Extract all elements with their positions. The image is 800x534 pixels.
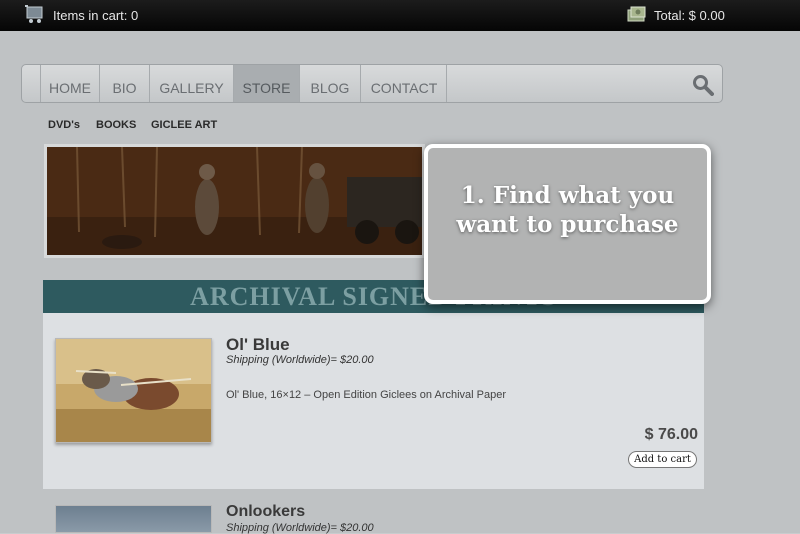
nav-item-contact[interactable]: CONTACT	[360, 65, 447, 102]
subnav-dvds[interactable]: DVD's	[48, 119, 80, 131]
subnav-books[interactable]: BOOKS	[96, 119, 136, 131]
product-title[interactable]: Ol' Blue	[226, 335, 290, 355]
cart-total-label: Total: $ 0.00	[654, 8, 725, 23]
product-description: Ol' Blue, 16×12 – Open Edition Giclees o…	[226, 389, 507, 401]
banner-painting	[47, 147, 422, 255]
product-thumbnail[interactable]	[55, 338, 212, 443]
nav-item-gallery[interactable]: GALLERY	[149, 65, 233, 102]
money-icon	[627, 6, 646, 22]
nav-item-store[interactable]: STORE	[233, 65, 299, 102]
add-to-cart-button[interactable]: Add to cart	[628, 451, 697, 468]
product-title[interactable]: Onlookers	[226, 503, 305, 521]
cart-icon[interactable]	[24, 3, 46, 25]
top-bar: Items in cart: 0 Total: $ 0.00	[0, 0, 800, 31]
product-price: $ 76.00	[644, 426, 698, 443]
search-icon[interactable]	[692, 74, 714, 96]
product-shipping: Shipping (Worldwide)= $20.00	[226, 522, 374, 534]
nav-divider	[446, 65, 447, 102]
tutorial-callout: 1. Find what you want to purchase	[424, 144, 711, 304]
hero-banner-image	[44, 144, 425, 258]
nav-item-bio[interactable]: BIO	[99, 65, 149, 102]
nav-item-blog[interactable]: BLOG	[299, 65, 360, 102]
subnav-giclee-art[interactable]: GICLEE ART	[151, 119, 217, 131]
nav-item-home[interactable]: HOME	[40, 65, 99, 102]
product-card: Ol' Blue Shipping (Worldwide)= $20.00 Ol…	[43, 313, 704, 489]
product-thumbnail[interactable]	[55, 505, 212, 533]
main-nav: HOME BIO GALLERY STORE BLOG CONTACT	[21, 64, 723, 103]
cattle-painting	[56, 339, 211, 442]
cart-count-label[interactable]: Items in cart: 0	[53, 8, 138, 23]
product-shipping: Shipping (Worldwide)= $20.00	[226, 354, 374, 366]
callout-text: 1. Find what you want to purchase	[456, 182, 679, 238]
